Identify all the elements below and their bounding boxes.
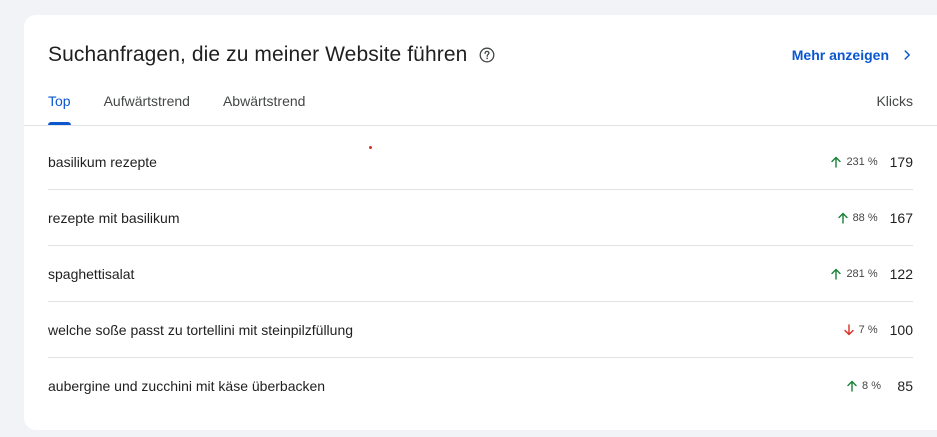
arrow-up-icon <box>846 380 858 392</box>
card-title: Suchanfragen, die zu meiner Website führ… <box>48 43 468 66</box>
clicks-value: 179 <box>889 153 913 170</box>
trend-change: 8 % <box>846 380 881 392</box>
more-link[interactable]: Mehr anzeigen <box>792 47 913 63</box>
help-circle-icon[interactable] <box>479 47 495 63</box>
trend-change: 281 % <box>830 267 878 280</box>
query-text: spaghettisalat <box>48 265 135 282</box>
trend-change: 88 % <box>837 212 878 224</box>
query-text: welche soße passt zu tortellini mit stei… <box>48 321 354 338</box>
query-text: aubergine und zucchini mit käse überback… <box>48 377 326 394</box>
clicks-value: 122 <box>889 265 913 282</box>
trend-change: 231 % <box>830 155 878 168</box>
clicks-value: 100 <box>889 321 913 338</box>
tab-bar: Top Aufwärtstrend Abwärtstrend Klicks <box>48 91 913 125</box>
clicks-value: 167 <box>889 209 913 226</box>
clicks-value: 85 <box>897 377 913 394</box>
search-queries-card: Suchanfragen, die zu meiner Website führ… <box>24 15 937 430</box>
tabs-divider <box>24 125 937 126</box>
change-value: 281 % <box>846 267 878 280</box>
query-row[interactable]: welche soße passt zu tortellini mit stei… <box>48 302 913 358</box>
chevron-right-icon <box>901 49 913 61</box>
arrow-up-icon <box>837 212 849 224</box>
query-row[interactable]: spaghettisalat 281 % 122 <box>48 246 913 302</box>
change-value: 8 % <box>862 379 881 392</box>
query-row[interactable]: basilikum rezepte 231 % 179 <box>48 134 913 190</box>
query-list: basilikum rezepte 231 % 179 rezepte mit … <box>48 134 913 413</box>
arrow-up-icon <box>830 156 842 168</box>
tab-top[interactable]: Top <box>48 91 71 125</box>
change-value: 7 % <box>858 323 878 336</box>
title-wrap: Suchanfragen, die zu meiner Website führ… <box>48 43 495 67</box>
query-text: rezepte mit basilikum <box>48 209 180 226</box>
change-value: 88 % <box>852 211 878 224</box>
tab-aufwaertstrend[interactable]: Aufwärtstrend <box>104 91 190 109</box>
change-value: 231 % <box>846 155 878 168</box>
tab-abwaertstrend[interactable]: Abwärtstrend <box>223 91 305 109</box>
arrow-down-icon <box>843 323 855 336</box>
clicks-column-header: Klicks <box>876 93 913 109</box>
card-header: Suchanfragen, die zu meiner Website führ… <box>48 41 913 69</box>
query-row[interactable]: aubergine und zucchini mit käse überback… <box>48 358 913 413</box>
trend-change: 7 % <box>843 324 878 336</box>
query-text: basilikum rezepte <box>48 153 157 170</box>
arrow-up-icon <box>830 268 842 280</box>
query-row[interactable]: rezepte mit basilikum 88 % 167 <box>48 190 913 246</box>
more-link-label: Mehr anzeigen <box>791 47 889 63</box>
